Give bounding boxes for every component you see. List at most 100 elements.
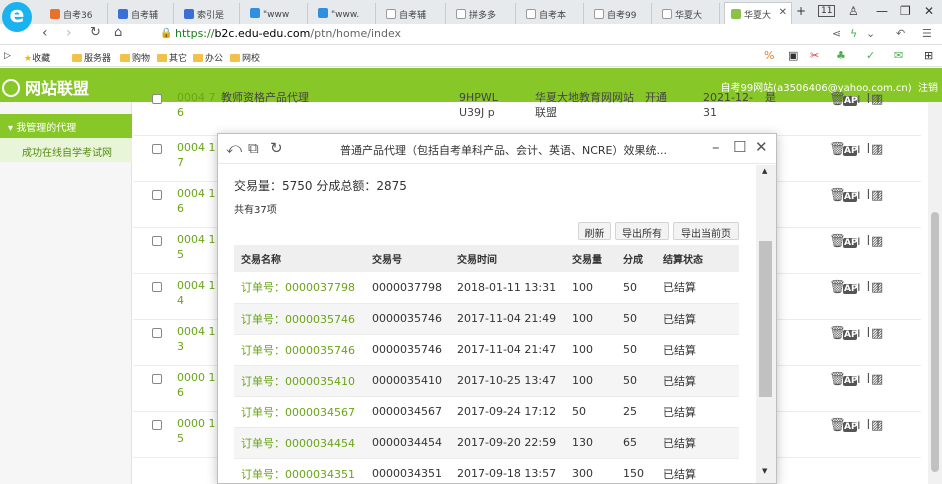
browser-logo-icon[interactable]: e — [2, 2, 32, 32]
transaction-name[interactable]: 订单号：0000035746 — [234, 334, 365, 366]
dialog-scroll-thumb[interactable] — [759, 241, 772, 397]
bookmark-favorites[interactable]: ★收藏 — [24, 51, 50, 64]
image-icon[interactable]: ▨ — [871, 372, 885, 387]
trash-icon[interactable]: 🗑 — [829, 280, 846, 295]
transaction-name[interactable]: 订单号：0000035746 — [234, 303, 365, 335]
return-icon[interactable]: ⤺ — [226, 139, 242, 157]
agent-id[interactable]: 0004 14 — [177, 278, 217, 308]
trash-icon[interactable]: 🗑 — [829, 92, 846, 107]
browser-tab[interactable]: 自考36 — [44, 3, 108, 24]
window-icon[interactable]: ▣ — [788, 49, 798, 62]
transaction-name[interactable]: 订单号：0000034351 — [234, 458, 365, 483]
dialog-scrollbar[interactable]: ▲ ▼ — [756, 165, 776, 483]
ap-icon[interactable]: AP — [843, 192, 858, 202]
restore-icon[interactable]: ❐ — [900, 4, 911, 18]
transaction-name[interactable]: 订单号：0000035410 — [234, 365, 365, 397]
close-icon[interactable]: ✕ — [755, 138, 768, 156]
bookmark-office[interactable]: 办公 — [193, 51, 223, 64]
bar-chart-icon[interactable]: ılı — [857, 188, 880, 203]
browser-tab[interactable]: 华夏大 ✕ — [724, 2, 792, 25]
bookmark-server[interactable]: 服务器 — [72, 51, 111, 64]
grid-icon[interactable]: ⊞ — [924, 49, 933, 62]
bookmark-other[interactable]: 其它 — [157, 51, 187, 64]
bar-chart-icon[interactable]: ılı — [857, 372, 880, 387]
image-icon[interactable]: ▨ — [871, 418, 885, 433]
maximize-icon[interactable]: ☐ — [733, 138, 746, 156]
agent-id[interactable]: 0004 16 — [177, 186, 217, 216]
url-field[interactable]: https://b2c.edu-edu.com/ptn/home/index — [175, 27, 401, 40]
tab-close-icon[interactable]: ✕ — [779, 7, 787, 18]
export-all-button[interactable]: 导出所有 — [615, 222, 669, 240]
undo-icon[interactable]: ↶ — [896, 27, 905, 40]
bar-chart-icon[interactable]: ılı — [857, 326, 880, 341]
bar-chart-icon[interactable]: ılı — [857, 280, 880, 295]
tab-count-badge[interactable]: 11 — [818, 5, 836, 17]
agent-id[interactable]: 0004 13 — [177, 324, 217, 354]
browser-tab[interactable]: 自考本 — [520, 3, 584, 24]
agent-id[interactable]: 0000 15 — [177, 416, 217, 446]
column-header[interactable]: 分成 — [616, 245, 656, 272]
site-logo[interactable]: 网站联盟 — [2, 75, 89, 99]
page-scrollbar[interactable] — [928, 102, 942, 484]
bar-chart-icon[interactable]: ılı — [857, 142, 880, 157]
bar-chart-icon[interactable]: ılı — [857, 92, 880, 107]
row-checkbox[interactable] — [152, 282, 162, 292]
bar-chart-icon[interactable]: ılı — [857, 234, 880, 249]
ap-icon[interactable]: AP — [843, 376, 858, 386]
scissors-icon[interactable]: ✂ — [810, 49, 819, 62]
image-icon[interactable]: ▨ — [871, 142, 885, 157]
bookmark-school[interactable]: 网校 — [230, 51, 260, 64]
popout-icon[interactable]: ⧉ — [248, 139, 259, 157]
share-icon[interactable]: ⋖ — [832, 27, 841, 40]
scroll-up-icon[interactable]: ▲ — [762, 167, 767, 175]
page-scroll-thumb[interactable] — [931, 212, 939, 472]
ap-icon[interactable]: AP — [843, 96, 858, 106]
refresh-button[interactable]: 刷新 — [578, 222, 611, 240]
agent-id[interactable]: 0004 76 — [177, 90, 217, 120]
ap-icon[interactable]: AP — [843, 330, 858, 340]
trash-icon[interactable]: 🗑 — [829, 326, 846, 341]
browser-tab[interactable]: 索引是 — [178, 3, 240, 24]
back-icon[interactable]: ‹ — [42, 25, 48, 41]
sidebar-item-online-exam[interactable]: 成功在线自学考试网 — [0, 138, 132, 162]
row-checkbox[interactable] — [152, 420, 162, 430]
column-header[interactable]: 交易时间 — [450, 245, 565, 272]
bookmarks-toggle-icon[interactable]: ▷ — [4, 51, 11, 61]
agent-id[interactable]: 0000 16 — [177, 370, 217, 400]
shirt-icon[interactable]: ♙ — [848, 4, 859, 18]
browser-tab[interactable]: 自考99 — [588, 3, 652, 24]
transaction-name[interactable]: 订单号：0000034567 — [234, 396, 365, 428]
browser-tab[interactable]: 华夏大 — [656, 3, 720, 24]
row-checkbox[interactable] — [152, 190, 162, 200]
close-window-icon[interactable]: ✕ — [924, 4, 934, 18]
check-icon[interactable]: ✓ — [866, 49, 875, 62]
trash-icon[interactable]: 🗑 — [829, 188, 846, 203]
agent-id[interactable]: 0004 17 — [177, 140, 217, 170]
refresh-icon[interactable]: ↻ — [90, 25, 101, 40]
image-icon[interactable]: ▨ — [871, 326, 885, 341]
reload-icon[interactable]: ↻ — [270, 139, 283, 157]
row-checkbox[interactable] — [152, 328, 162, 338]
ap-icon[interactable]: AP — [843, 146, 858, 156]
image-icon[interactable]: ▨ — [871, 280, 885, 295]
home-icon[interactable]: ⌂ — [114, 25, 122, 40]
trash-icon[interactable]: 🗑 — [829, 372, 846, 387]
extension-icon[interactable]: % — [764, 49, 774, 62]
trash-icon[interactable]: 🗑 — [829, 142, 846, 157]
column-header[interactable]: 交易量 — [565, 245, 616, 272]
browser-tab[interactable]: 拼多多 — [450, 3, 516, 24]
row-checkbox[interactable] — [152, 144, 162, 154]
forward-icon[interactable]: › — [66, 25, 72, 41]
column-header[interactable]: 交易名称 — [234, 245, 365, 272]
browser-tab[interactable]: "www. — [312, 3, 376, 24]
scroll-down-icon[interactable]: ▼ — [762, 467, 767, 475]
minimize-icon[interactable]: — — [876, 4, 888, 18]
dropdown-icon[interactable]: ⌄ — [866, 27, 875, 40]
column-header[interactable]: 交易号 — [365, 245, 450, 272]
trash-icon[interactable]: 🗑 — [829, 234, 846, 249]
bar-chart-icon[interactable]: ılı — [857, 418, 880, 433]
row-checkbox[interactable] — [152, 374, 162, 384]
browser-tab[interactable]: "www — [244, 3, 308, 24]
menu-icon[interactable]: ☰ — [922, 27, 932, 40]
bookmark-shopping[interactable]: 购物 — [120, 51, 150, 64]
